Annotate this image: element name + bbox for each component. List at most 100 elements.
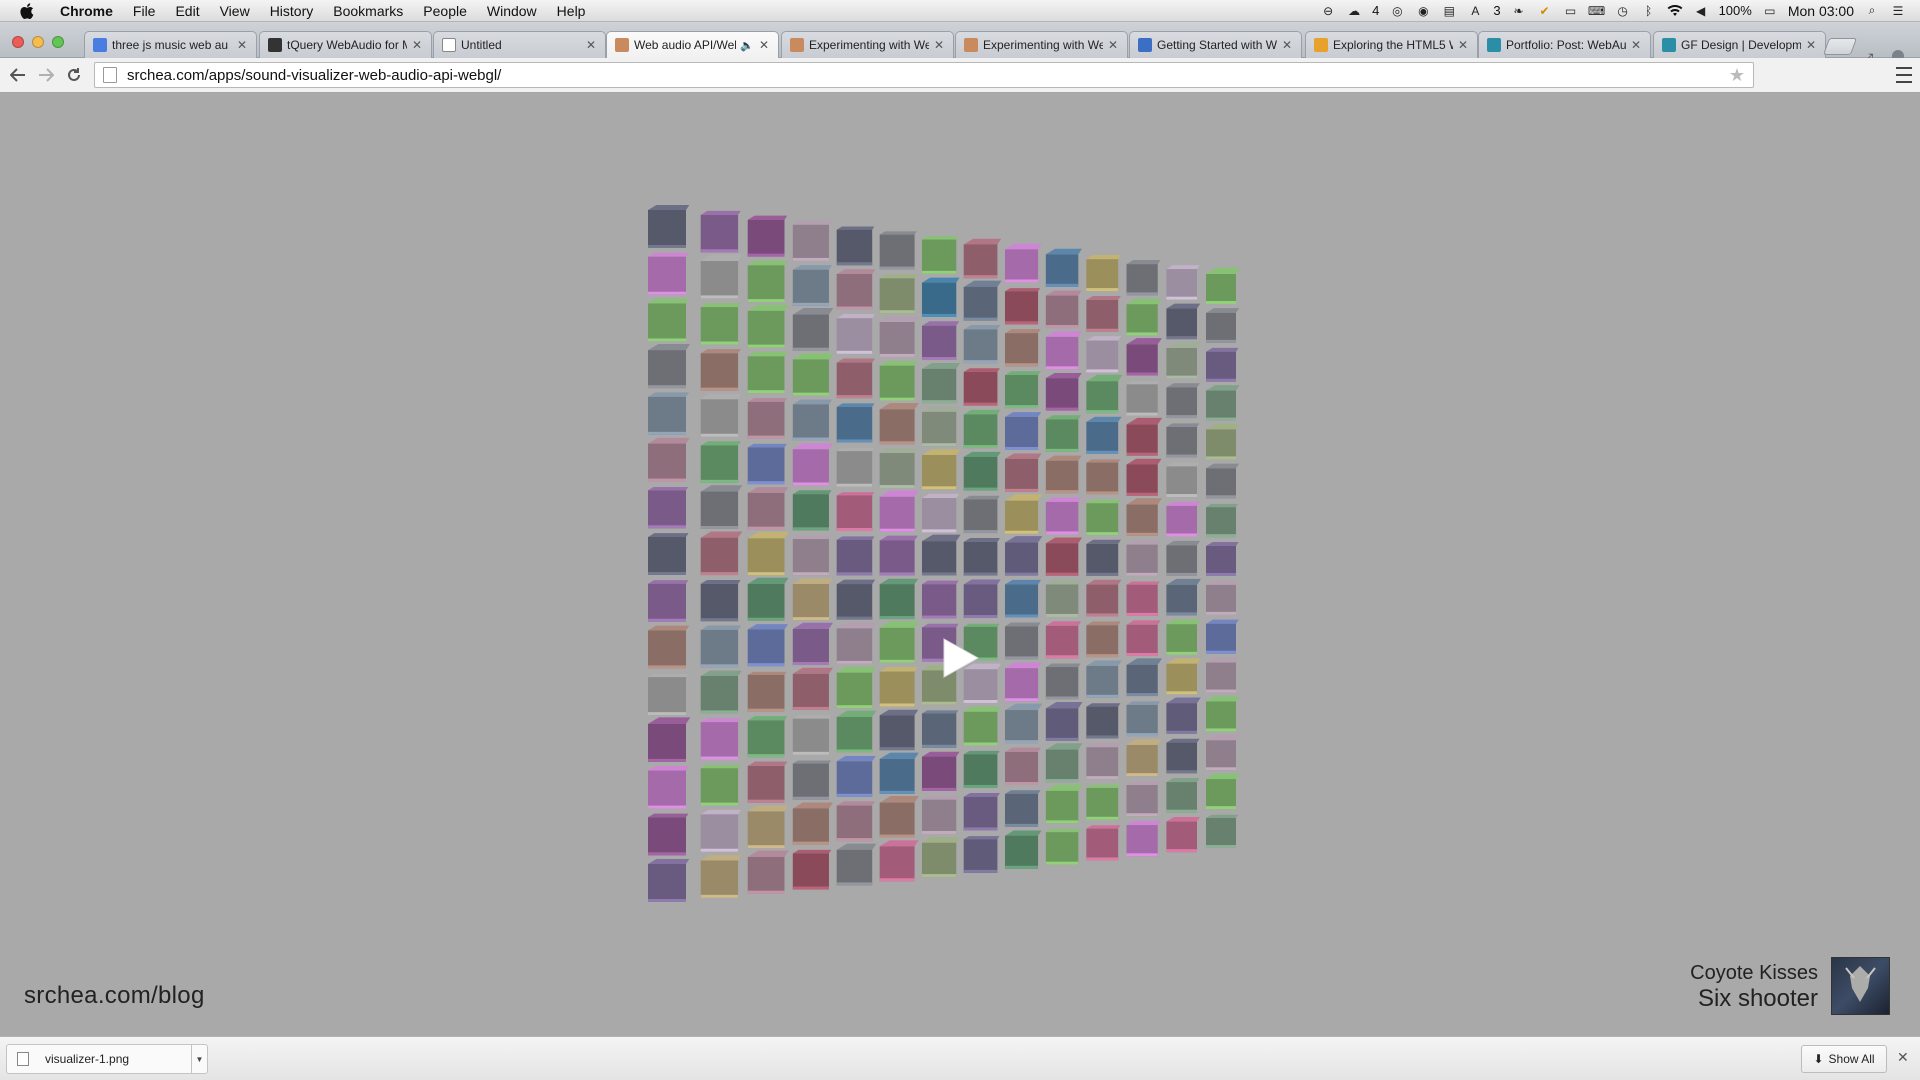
cube	[700, 531, 743, 576]
cube	[963, 409, 1001, 449]
tab-title: Experimenting with We	[809, 38, 929, 52]
cube	[700, 210, 741, 253]
close-tab-icon[interactable]: ✕	[1107, 38, 1119, 52]
cube	[792, 760, 832, 800]
close-tab-icon[interactable]: ✕	[1281, 38, 1293, 52]
time-machine-icon[interactable]: ◷	[1615, 4, 1631, 18]
cube	[1206, 463, 1240, 499]
tab[interactable]: Getting Started with W ✕	[1129, 31, 1302, 58]
cube	[1086, 499, 1121, 536]
cube	[1206, 773, 1240, 810]
close-tab-icon[interactable]: ✕	[1457, 38, 1469, 52]
cube	[1045, 702, 1083, 741]
show-all-downloads-button[interactable]: ⬇ Show All	[1801, 1045, 1887, 1073]
cube	[879, 752, 919, 794]
tab-title: Untitled	[461, 38, 502, 52]
menu-bookmarks[interactable]: Bookmarks	[323, 0, 413, 22]
apple-icon[interactable]	[18, 2, 36, 20]
cube	[921, 493, 960, 533]
battery-icon[interactable]: ▭	[1762, 4, 1778, 18]
blog-link[interactable]: srchea.com/blog	[24, 982, 205, 1010]
check-icon[interactable]: ✔	[1537, 4, 1553, 18]
airplay-icon[interactable]: ▭	[1563, 4, 1579, 18]
cube	[648, 437, 690, 482]
menu-edit[interactable]: Edit	[165, 0, 209, 22]
notification-center-icon[interactable]: ☰	[1890, 4, 1906, 18]
clipboard-icon[interactable]: ▤	[1441, 4, 1457, 18]
url-text[interactable]: srchea.com/apps/sound-visualizer-web-aud…	[127, 67, 501, 84]
address-bar[interactable]: srchea.com/apps/sound-visualizer-web-aud…	[94, 62, 1754, 88]
cube	[747, 761, 788, 803]
cube	[1166, 303, 1201, 340]
exploring-icon	[1314, 38, 1328, 52]
volume-icon[interactable]: ◀	[1693, 4, 1709, 18]
clock[interactable]: Mon 03:00	[1788, 3, 1854, 19]
wifi-icon[interactable]	[1667, 4, 1683, 18]
new-tab-button[interactable]	[1822, 38, 1858, 55]
alfred-icon[interactable]: ◉	[1415, 4, 1431, 18]
cube	[836, 403, 875, 443]
cube	[747, 671, 787, 712]
cube	[1206, 814, 1239, 848]
tab[interactable]: Web audio API/Web 🔈 ✕	[606, 31, 779, 58]
menu-file[interactable]: File	[123, 0, 166, 22]
download-item[interactable]: visualizer-1.png ▼	[6, 1044, 208, 1074]
tab[interactable]: Untitled ✕	[433, 31, 606, 58]
tab[interactable]: Portfolio: Post: WebAu ✕	[1478, 31, 1651, 58]
cube	[1004, 790, 1041, 827]
close-tab-icon[interactable]: ✕	[933, 38, 945, 52]
cube	[648, 392, 689, 435]
download-menu-icon[interactable]: ▼	[191, 1045, 207, 1073]
close-tab-icon[interactable]: ✕	[411, 38, 423, 52]
menu-app-name[interactable]: Chrome	[50, 0, 123, 22]
cube	[1166, 383, 1200, 419]
cube	[792, 265, 833, 306]
cube	[747, 805, 789, 849]
cube	[879, 578, 919, 620]
cube	[700, 254, 743, 299]
minimize-window-button[interactable]	[32, 36, 44, 48]
tab[interactable]: Experimenting with We ✕	[955, 31, 1128, 58]
close-window-button[interactable]	[12, 36, 24, 48]
chrome-menu-icon[interactable]	[1896, 65, 1912, 85]
cube	[921, 407, 960, 447]
tab[interactable]: Experimenting with We ✕	[781, 31, 954, 58]
reload-button[interactable]	[60, 61, 88, 89]
menu-window[interactable]: Window	[477, 0, 547, 22]
menu-history[interactable]: History	[260, 0, 324, 22]
close-tab-icon[interactable]: ✕	[236, 38, 248, 52]
close-shelf-icon[interactable]: ✕	[1897, 1049, 1909, 1066]
visualizer-canvas[interactable]: srchea.com/blog Coyote Kisses Six shoote…	[0, 93, 1920, 1036]
keyboard-icon[interactable]: ⌨	[1588, 4, 1605, 18]
cloud-icon[interactable]: ☁	[1346, 4, 1362, 18]
cube-grid	[648, 204, 1241, 902]
close-tab-icon[interactable]: ✕	[585, 38, 597, 52]
back-button[interactable]	[4, 61, 32, 89]
close-tab-icon[interactable]: ✕	[1805, 38, 1817, 52]
tab[interactable]: Exploring the HTML5 W ✕	[1305, 31, 1478, 58]
menu-help[interactable]: Help	[547, 0, 596, 22]
play-icon[interactable]	[940, 636, 982, 680]
close-tab-icon[interactable]: ✕	[758, 38, 770, 52]
avatar-icon	[790, 38, 804, 52]
cube	[792, 353, 834, 396]
close-tab-icon[interactable]: ✕	[1630, 38, 1642, 52]
zoom-window-button[interactable]	[52, 36, 64, 48]
adobe-icon[interactable]: A	[1467, 4, 1483, 18]
leaf-icon[interactable]: ❧	[1511, 4, 1527, 18]
forward-button[interactable]	[32, 61, 60, 89]
tab[interactable]: GF Design | Developme ✕	[1653, 31, 1826, 58]
menu-view[interactable]: View	[210, 0, 260, 22]
bookmark-star-icon[interactable]: ★	[1729, 65, 1745, 86]
sync-icon[interactable]: ⊖	[1320, 4, 1336, 18]
download-file-name[interactable]: visualizer-1.png	[45, 1052, 191, 1066]
creative-cloud-icon[interactable]: ◎	[1389, 4, 1405, 18]
menu-people[interactable]: People	[413, 0, 477, 22]
cube	[1126, 417, 1163, 456]
cube	[648, 859, 690, 902]
bluetooth-icon[interactable]: ᛒ	[1641, 4, 1657, 18]
spotlight-icon[interactable]: ⌕	[1864, 3, 1880, 18]
cube	[921, 534, 961, 576]
tab[interactable]: three js music web au ✕	[84, 31, 257, 58]
tab[interactable]: tQuery WebAudio for M ✕	[259, 31, 432, 58]
